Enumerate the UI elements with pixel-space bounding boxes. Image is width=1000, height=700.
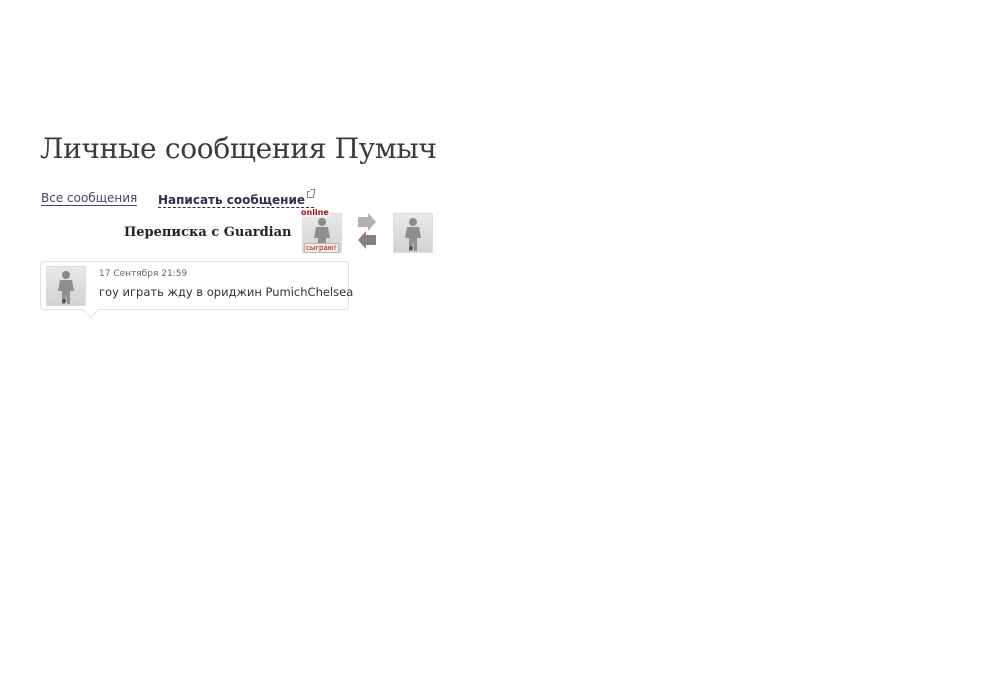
all-messages-link[interactable]: Все сообщения (41, 191, 138, 206)
swap-arrows-icon[interactable] (356, 213, 378, 251)
write-message-link[interactable]: Написать сообщение (158, 189, 315, 208)
player-silhouette-icon (405, 218, 421, 251)
dialog-header: Переписка с Guardian (124, 225, 292, 240)
own-avatar[interactable] (393, 213, 433, 253)
ready-to-play-badge: сыграю! (304, 243, 339, 253)
message-date: 17 Сентября 21:59 (99, 269, 188, 279)
online-status-badge: online (300, 208, 330, 217)
message-bubble: 17 Сентября 21:59 гоу играть жду в оридж… (40, 261, 353, 310)
external-window-icon (307, 189, 315, 198)
player-silhouette-icon (58, 271, 74, 304)
write-message-label: Написать сообщение (158, 193, 305, 207)
sender-avatar[interactable] (46, 266, 86, 306)
page-title: Личные сообщения Пумыч (40, 132, 437, 165)
message-text: гоу играть жду в ориджин PumichChelsea (99, 285, 354, 299)
message-nav: Все сообщения Написать сообщение (41, 189, 315, 208)
